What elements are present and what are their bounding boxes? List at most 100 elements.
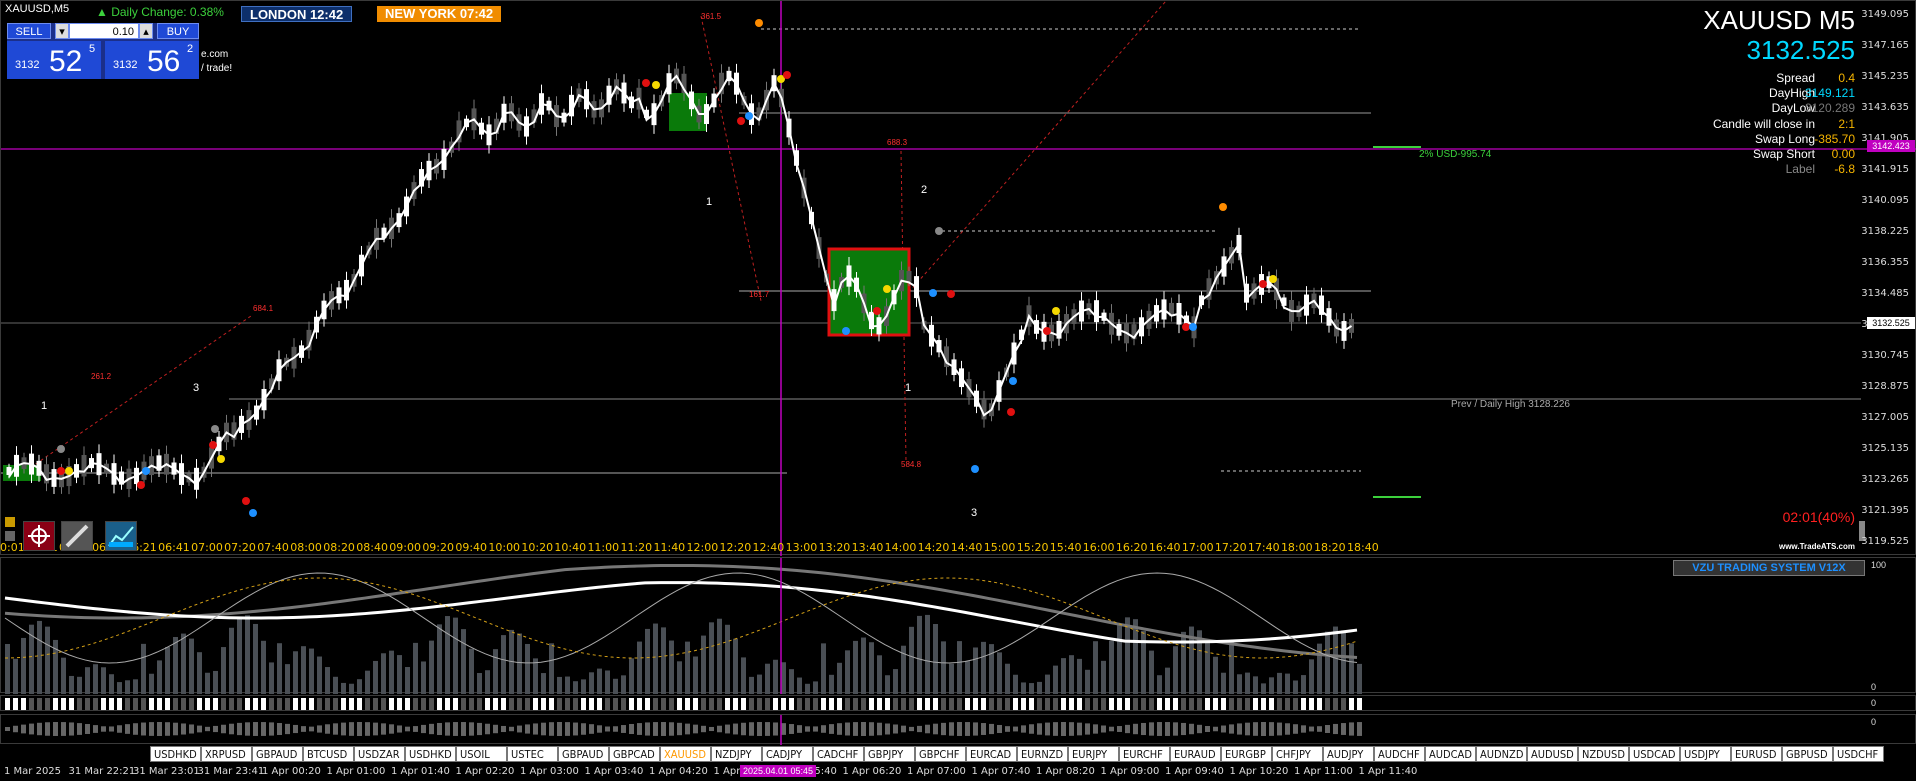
bottom-time-tick: 1 Apr 00:20 [262, 766, 321, 777]
symbol-tab[interactable]: GBPAUD [252, 746, 303, 762]
panel-note-2: / trade! [201, 63, 233, 74]
volume-bar [581, 679, 586, 694]
strip-2-bar [1037, 723, 1042, 735]
symbol-tab[interactable]: USOIL [456, 746, 507, 762]
symbol-tab[interactable]: GBPJPY [864, 746, 915, 762]
volume-bar [109, 674, 114, 694]
buy-price-button[interactable]: 3132 56 2 [105, 41, 199, 79]
symbol-tab[interactable]: EURNZD [1017, 746, 1068, 762]
symbol-tab[interactable]: CADJPY [762, 746, 813, 762]
symbol-tab[interactable]: USDJPY [1680, 746, 1731, 762]
wave-label: 1 [706, 196, 712, 208]
symbol-tab[interactable]: GBPUSD [1782, 746, 1833, 762]
strip-2-bar [37, 722, 42, 736]
symbol-tab[interactable]: USTEC [507, 746, 558, 762]
volume-bar [1245, 672, 1250, 694]
sell-button[interactable]: SELL [7, 23, 51, 39]
volume-bar [877, 655, 882, 694]
symbol-tab[interactable]: EURAUD [1170, 746, 1221, 762]
indicator-panel[interactable]: VZU TRADING SYSTEM V12X 100 0 [0, 557, 1916, 694]
volume-bar [349, 683, 354, 694]
strip-1-bar [1109, 698, 1114, 710]
strip-1-bar [1253, 698, 1258, 710]
symbol-tab[interactable]: AUDUSD [1527, 746, 1578, 762]
symbol-tab[interactable]: USDHKD [150, 746, 201, 762]
volume-bar [197, 652, 202, 694]
symbol-tab[interactable]: BTCUSD [303, 746, 354, 762]
symbol-tab[interactable]: USDCAD [1629, 746, 1680, 762]
wave-label: 3 [193, 382, 199, 394]
strip-1-bar [245, 698, 250, 710]
symbol-tab[interactable]: EURCAD [966, 746, 1017, 762]
lot-up-button[interactable]: ▴ [139, 23, 153, 39]
volume-bar [749, 676, 754, 694]
volume-bar [1301, 675, 1306, 694]
volume-bar [1205, 641, 1210, 694]
strip-2-bar [333, 723, 338, 735]
symbol-tab[interactable]: AUDCAD [1425, 746, 1476, 762]
strip-1-bar [261, 698, 266, 710]
time-tick: 15:40 [1049, 541, 1082, 554]
strip-1-bar [821, 698, 826, 710]
buy-button[interactable]: BUY [157, 23, 199, 39]
sell-price-button[interactable]: 3132 52 5 [7, 41, 101, 79]
symbol-tab[interactable]: AUDCHF [1374, 746, 1425, 762]
volume-bar [69, 675, 74, 694]
symbol-tab[interactable]: EURGBP [1221, 746, 1272, 762]
strip-1-bar [277, 698, 282, 710]
lot-size-input[interactable]: 0.10 [69, 23, 139, 39]
signal-dot [783, 71, 791, 79]
strip-2-bar [277, 723, 282, 735]
strip-1-bar [989, 698, 994, 710]
volume-bar [525, 643, 530, 694]
candlestick-chart[interactable]: 361.5 261.2 684.1 161.7 584.8 688.3 1 3 1 2 1 3 [1, 0, 1916, 556]
symbol-tab[interactable]: EURUSD [1731, 746, 1782, 762]
symbol-tab[interactable]: USDCHF [1833, 746, 1884, 762]
strip-1-bar [1317, 698, 1322, 710]
strip-2-bar [205, 726, 210, 732]
volume-bar [1013, 674, 1018, 694]
symbol-tab[interactable]: GBPAUD [558, 746, 609, 762]
chart-tool-icon[interactable] [105, 521, 137, 551]
price-tick: 3128.875 [1861, 381, 1909, 392]
volume-bar [309, 648, 314, 694]
symbol-tab[interactable]: GBPCAD [609, 746, 660, 762]
strip-2-bar [1317, 726, 1322, 732]
lot-down-button[interactable]: ▾ [55, 23, 69, 39]
symbol-tab[interactable]: AUDJPY [1323, 746, 1374, 762]
symbol-tab[interactable]: CHFJPY [1272, 746, 1323, 762]
signal-dot [1052, 307, 1060, 315]
volume-bar [1069, 655, 1074, 694]
symbol-tab[interactable]: XAUUSD [660, 746, 711, 762]
strip-2-bar [845, 722, 850, 736]
strip-1-bar [45, 698, 50, 710]
symbol-tab[interactable]: XRPUSD [201, 746, 252, 762]
ruler-icon[interactable] [61, 521, 93, 551]
volume-bar [517, 633, 522, 694]
symbol-tab[interactable]: USDZAR [354, 746, 405, 762]
volume-bar [117, 682, 122, 694]
symbol-tab[interactable]: USDHKD [405, 746, 456, 762]
strip-2-bar [1197, 724, 1202, 734]
price-tick: 3145.235 [1861, 71, 1909, 82]
wave-label: 1 [905, 382, 911, 394]
volume-bar [789, 669, 794, 694]
strip-2-bar [101, 726, 106, 732]
price-tick: 3130.745 [1861, 350, 1909, 361]
crosshair-icon[interactable] [23, 521, 55, 551]
strip-1-bar [869, 698, 874, 710]
volume-bar [1261, 683, 1266, 694]
main-chart[interactable]: 361.5 261.2 684.1 161.7 584.8 688.3 1 3 1 2 1 3 XAU… [0, 0, 1916, 556]
strip-1-bar [1133, 698, 1138, 710]
symbol-tab[interactable]: GBPCHF [915, 746, 966, 762]
symbol-tab[interactable]: EURJPY [1068, 746, 1119, 762]
strip-2-bar [1149, 722, 1154, 736]
signal-dot [242, 497, 250, 505]
symbol-tab[interactable]: AUDNZD [1476, 746, 1527, 762]
symbol-tab[interactable]: CADCHF [813, 746, 864, 762]
symbol-tab[interactable]: EURCHF [1119, 746, 1170, 762]
symbol-tab[interactable]: NZDUSD [1578, 746, 1629, 762]
strip-2-bar [1157, 722, 1162, 736]
strip-1-bar [973, 698, 978, 710]
symbol-tab[interactable]: NZDJPY [711, 746, 762, 762]
